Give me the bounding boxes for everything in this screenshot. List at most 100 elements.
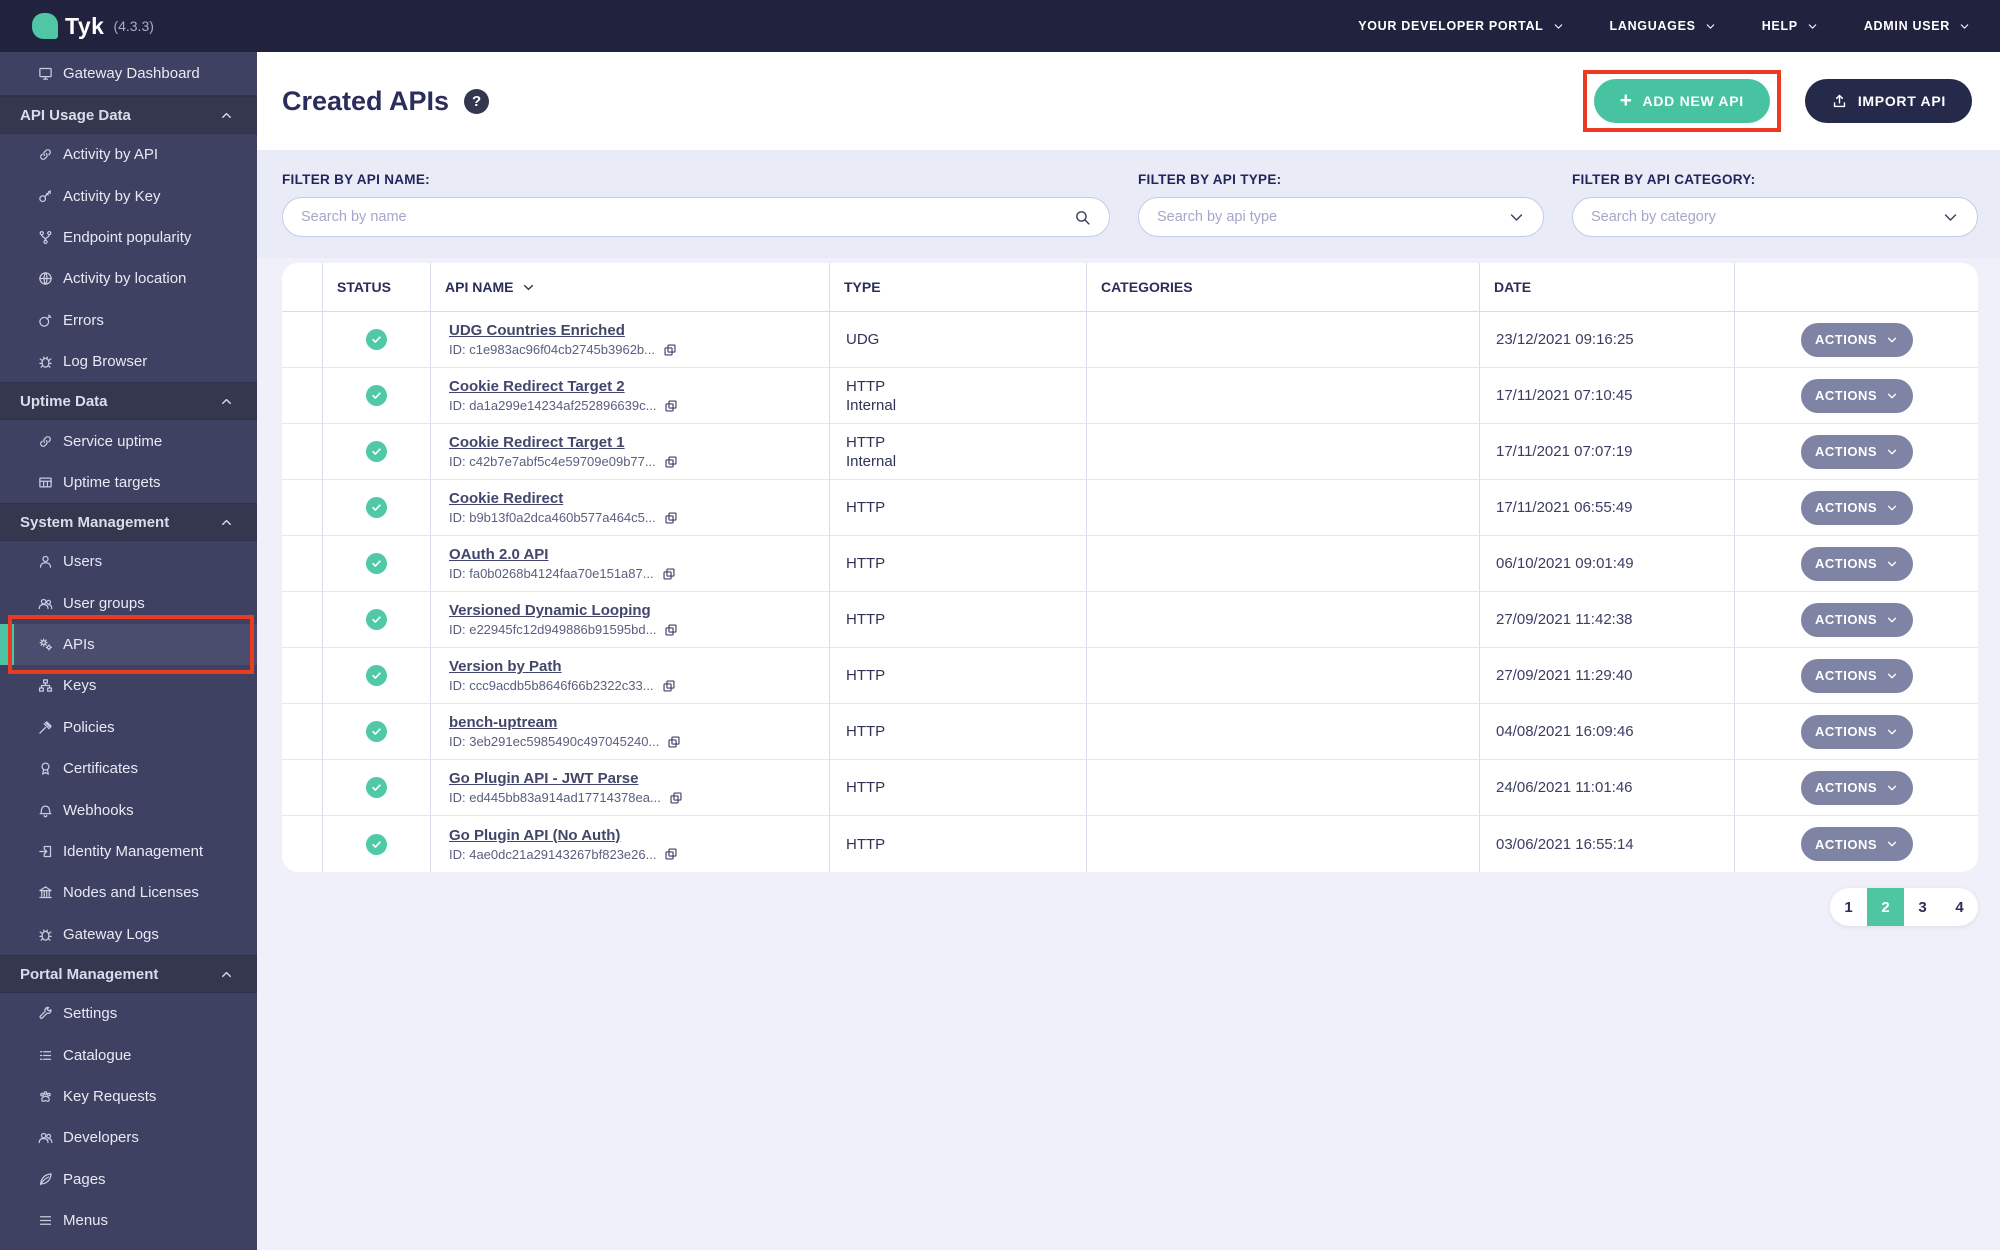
- sidebar-item-activity-by-api[interactable]: Activity by API: [0, 134, 257, 175]
- sidebar-item-endpoint-popularity[interactable]: Endpoint popularity: [0, 217, 257, 258]
- sidebar-item-activity-by-key[interactable]: Activity by Key: [0, 175, 257, 216]
- api-name-link[interactable]: Version by Path: [449, 658, 562, 675]
- sidebar-item-gateway-logs[interactable]: Gateway Logs: [0, 914, 257, 955]
- api-name-cell: Versioned Dynamic Looping ID: e22945fc12…: [431, 592, 830, 648]
- sitemap-icon: [38, 678, 53, 693]
- add-new-api-button[interactable]: + ADD NEW API: [1593, 79, 1770, 123]
- actions-button[interactable]: ACTIONS: [1800, 602, 1913, 637]
- column-header-categories[interactable]: CATEGORIES: [1087, 263, 1480, 312]
- api-table: STATUS API NAME TYPE CATEGORIES DATE UDG…: [282, 263, 1978, 872]
- search-by-name-input[interactable]: [301, 209, 1074, 225]
- page-button-3[interactable]: 3: [1904, 888, 1941, 926]
- tyk-logo[interactable]: Tyk (4.3.3): [32, 13, 154, 40]
- sidebar-section-header[interactable]: System Management: [0, 503, 257, 542]
- row-spacer-cell: [282, 536, 323, 592]
- type-value: HTTP: [846, 499, 886, 516]
- copy-icon[interactable]: [662, 679, 676, 693]
- topbar-menu-languages[interactable]: LANGUAGES: [1610, 19, 1716, 33]
- sort-caret-icon[interactable]: [522, 281, 535, 294]
- api-name-link[interactable]: Cookie Redirect Target 2: [449, 378, 625, 395]
- sidebar-item-pages[interactable]: Pages: [0, 1159, 257, 1200]
- upload-icon: [1831, 93, 1848, 110]
- actions-button[interactable]: ACTIONS: [1800, 827, 1913, 861]
- copy-icon[interactable]: [664, 847, 678, 861]
- sidebar-item-log-browser[interactable]: Log Browser: [0, 341, 257, 382]
- actions-button[interactable]: ACTIONS: [1800, 490, 1913, 525]
- topbar-menu-help[interactable]: HELP: [1762, 19, 1818, 33]
- sidebar-item-uptime-targets[interactable]: Uptime targets: [0, 462, 257, 503]
- actions-button[interactable]: ACTIONS: [1800, 378, 1913, 413]
- column-header-status[interactable]: STATUS: [323, 263, 431, 312]
- leaf-icon: [38, 1172, 53, 1187]
- sidebar-item-gateway-dashboard[interactable]: Gateway Dashboard: [0, 52, 257, 96]
- type-cell: HTTP: [830, 760, 1087, 816]
- sidebar-item-identity-management[interactable]: Identity Management: [0, 831, 257, 872]
- api-name-link[interactable]: Cookie Redirect: [449, 490, 563, 507]
- actions-button[interactable]: ACTIONS: [1800, 770, 1913, 805]
- sidebar-item-catalogue[interactable]: Catalogue: [0, 1034, 257, 1075]
- api-name-link[interactable]: Versioned Dynamic Looping: [449, 602, 651, 619]
- topbar-menu-admin-user[interactable]: ADMIN USER: [1864, 19, 1970, 33]
- sidebar-item-activity-by-location[interactable]: Activity by location: [0, 258, 257, 299]
- import-api-button[interactable]: IMPORT API: [1804, 79, 1972, 123]
- sidebar-section-header[interactable]: Uptime Data: [0, 382, 257, 421]
- sidebar-section-header[interactable]: API Usage Data: [0, 96, 257, 134]
- copy-icon[interactable]: [664, 623, 678, 637]
- api-name-link[interactable]: Go Plugin API - JWT Parse: [449, 770, 638, 787]
- sidebar-item-menus[interactable]: Menus: [0, 1200, 257, 1241]
- type-value: HTTP: [846, 377, 886, 395]
- page-button-2[interactable]: 2: [1867, 888, 1904, 926]
- copy-icon[interactable]: [664, 399, 678, 413]
- actions-button[interactable]: ACTIONS: [1800, 546, 1913, 581]
- api-name-link[interactable]: OAuth 2.0 API: [449, 546, 548, 563]
- filter-type-select[interactable]: Search by api type: [1138, 197, 1544, 237]
- actions-button[interactable]: ACTIONS: [1800, 322, 1913, 357]
- api-name-link[interactable]: bench-uptream: [449, 714, 557, 731]
- sidebar-item-apis[interactable]: APIs: [0, 614, 257, 675]
- help-icon[interactable]: ?: [464, 88, 490, 114]
- type-value: Internal: [846, 396, 897, 414]
- column-header-type[interactable]: TYPE: [830, 263, 1087, 312]
- sidebar-item-certificates[interactable]: Certificates: [0, 748, 257, 789]
- sidebar-item-service-uptime[interactable]: Service uptime: [0, 420, 257, 461]
- sidebar-item-policies[interactable]: Policies: [0, 707, 257, 748]
- search-icon[interactable]: [1074, 209, 1091, 226]
- chevron-down-icon[interactable]: [1942, 209, 1959, 226]
- chevron-down-icon[interactable]: [1508, 209, 1525, 226]
- sidebar-section-label: Uptime Data: [20, 392, 108, 410]
- sidebar-item-keys[interactable]: Keys: [0, 665, 257, 706]
- actions-button[interactable]: ACTIONS: [1800, 714, 1913, 749]
- page-button-1[interactable]: 1: [1830, 888, 1867, 926]
- chevron-down-icon: [1886, 334, 1898, 346]
- api-name-link[interactable]: Go Plugin API (No Auth): [449, 827, 620, 844]
- actions-button[interactable]: ACTIONS: [1800, 658, 1913, 693]
- copy-icon[interactable]: [664, 455, 678, 469]
- page-button-4[interactable]: 4: [1941, 888, 1978, 926]
- copy-icon[interactable]: [669, 791, 683, 805]
- sidebar-item-settings[interactable]: Settings: [0, 993, 257, 1034]
- copy-icon[interactable]: [664, 511, 678, 525]
- sidebar-item-errors[interactable]: Errors: [0, 300, 257, 341]
- topbar-menu-your-developer-portal[interactable]: YOUR DEVELOPER PORTAL: [1358, 19, 1563, 33]
- copy-icon[interactable]: [662, 567, 676, 581]
- api-name-link[interactable]: Cookie Redirect Target 1: [449, 434, 625, 451]
- copy-icon[interactable]: [663, 343, 677, 357]
- actions-button[interactable]: ACTIONS: [1800, 434, 1913, 469]
- filter-category-select[interactable]: Search by category: [1572, 197, 1978, 237]
- copy-icon[interactable]: [667, 735, 681, 749]
- filter-name-field[interactable]: [282, 197, 1110, 237]
- row-spacer-cell: [282, 816, 323, 872]
- sidebar-item-user-groups[interactable]: User groups: [0, 583, 257, 624]
- sidebar-section-header[interactable]: Portal Management: [0, 955, 257, 994]
- api-name-link[interactable]: UDG Countries Enriched: [449, 322, 625, 339]
- type-value: HTTP: [846, 667, 886, 684]
- sidebar-item-key-requests[interactable]: Key Requests: [0, 1076, 257, 1117]
- sidebar-item-developers[interactable]: Developers: [0, 1117, 257, 1158]
- row-spacer-cell: [282, 760, 323, 816]
- sidebar-item-users[interactable]: Users: [0, 541, 257, 582]
- sidebar-item-webhooks[interactable]: Webhooks: [0, 789, 257, 830]
- sidebar-item-nodes-and-licenses[interactable]: Nodes and Licenses: [0, 872, 257, 913]
- column-header-date[interactable]: DATE: [1480, 263, 1735, 312]
- column-header-api-name[interactable]: API NAME: [431, 263, 830, 312]
- topbar-menu-label: YOUR DEVELOPER PORTAL: [1358, 19, 1544, 33]
